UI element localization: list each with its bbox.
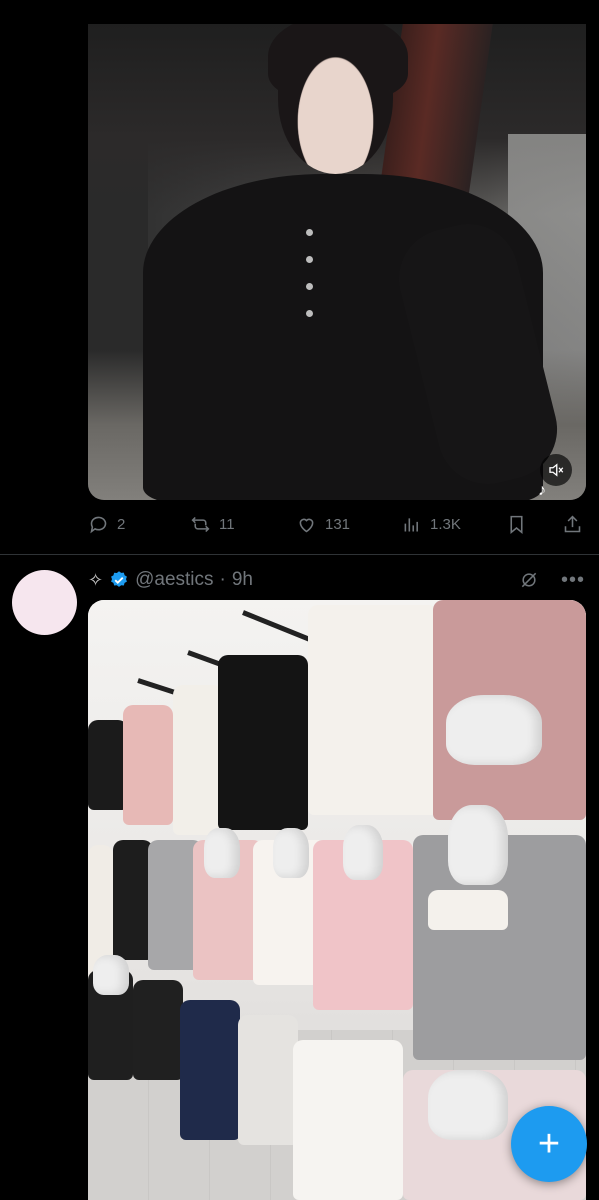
tweet-divider [0, 554, 599, 555]
share-button[interactable] [562, 510, 583, 538]
bookmark-button[interactable] [506, 510, 527, 538]
pink-top [123, 705, 173, 825]
repost-count: 11 [219, 515, 235, 533]
heart-icon [299, 518, 314, 532]
mannequin-torso [204, 828, 240, 878]
tweet2-image[interactable] [88, 600, 586, 1200]
white-long-sleeve [238, 1015, 298, 1145]
author-handle[interactable]: @aestics [135, 569, 213, 591]
white-lace-top [428, 890, 508, 930]
reply-icon [90, 516, 107, 533]
white-bow-cardigan [308, 605, 438, 815]
video-person-head [278, 24, 393, 174]
verified-badge-icon [111, 571, 128, 587]
reply-count: 2 [117, 515, 126, 533]
mannequin-torso [448, 805, 508, 885]
mannequin-torso [343, 825, 383, 880]
black-top [133, 980, 183, 1080]
separator-dot: · [219, 569, 226, 590]
like-count: 131 [325, 515, 351, 533]
mannequin-torso [273, 828, 309, 878]
timestamp[interactable]: 9h [232, 569, 253, 591]
tweet2-header: ✧ @aestics · 9h [88, 566, 253, 594]
black-top [113, 840, 153, 960]
tweet1-video[interactable] [88, 24, 586, 500]
mannequin-torso [446, 695, 542, 765]
more-options-icon[interactable]: ••• [561, 569, 585, 592]
views-button[interactable]: 1.3K [401, 510, 461, 538]
black-bow-cardigan [218, 655, 308, 830]
navy-cardigan [180, 1000, 240, 1140]
repost-button[interactable]: 11 [190, 510, 235, 538]
share-icon [564, 515, 581, 532]
avatar[interactable] [12, 570, 77, 635]
mannequin-torso [428, 1070, 508, 1140]
mannequin-torso [93, 955, 129, 995]
repost-icon [191, 516, 210, 532]
tweet2-header-actions: ••• [519, 566, 585, 594]
plus-icon: + [537, 1122, 561, 1165]
grok-icon[interactable] [519, 570, 539, 590]
analytics-icon [404, 517, 418, 531]
tiktok-icon: ♪ [538, 482, 546, 499]
sparkle-icon: ✧ [88, 569, 104, 590]
white-henley [293, 1040, 403, 1200]
view-count: 1.3K [430, 515, 461, 533]
like-button[interactable]: 131 [296, 510, 350, 538]
white-top [173, 685, 223, 835]
black-top [88, 720, 128, 810]
shirt-buttons [306, 229, 316, 337]
tweet1-action-bar: 2 11 131 1.3K [88, 510, 586, 538]
speaker-muted-icon [549, 463, 564, 477]
status-bar-strip [0, 0, 599, 24]
reply-button[interactable]: 2 [88, 510, 125, 538]
bookmark-icon [510, 515, 523, 534]
compose-button[interactable]: + [511, 1106, 587, 1182]
